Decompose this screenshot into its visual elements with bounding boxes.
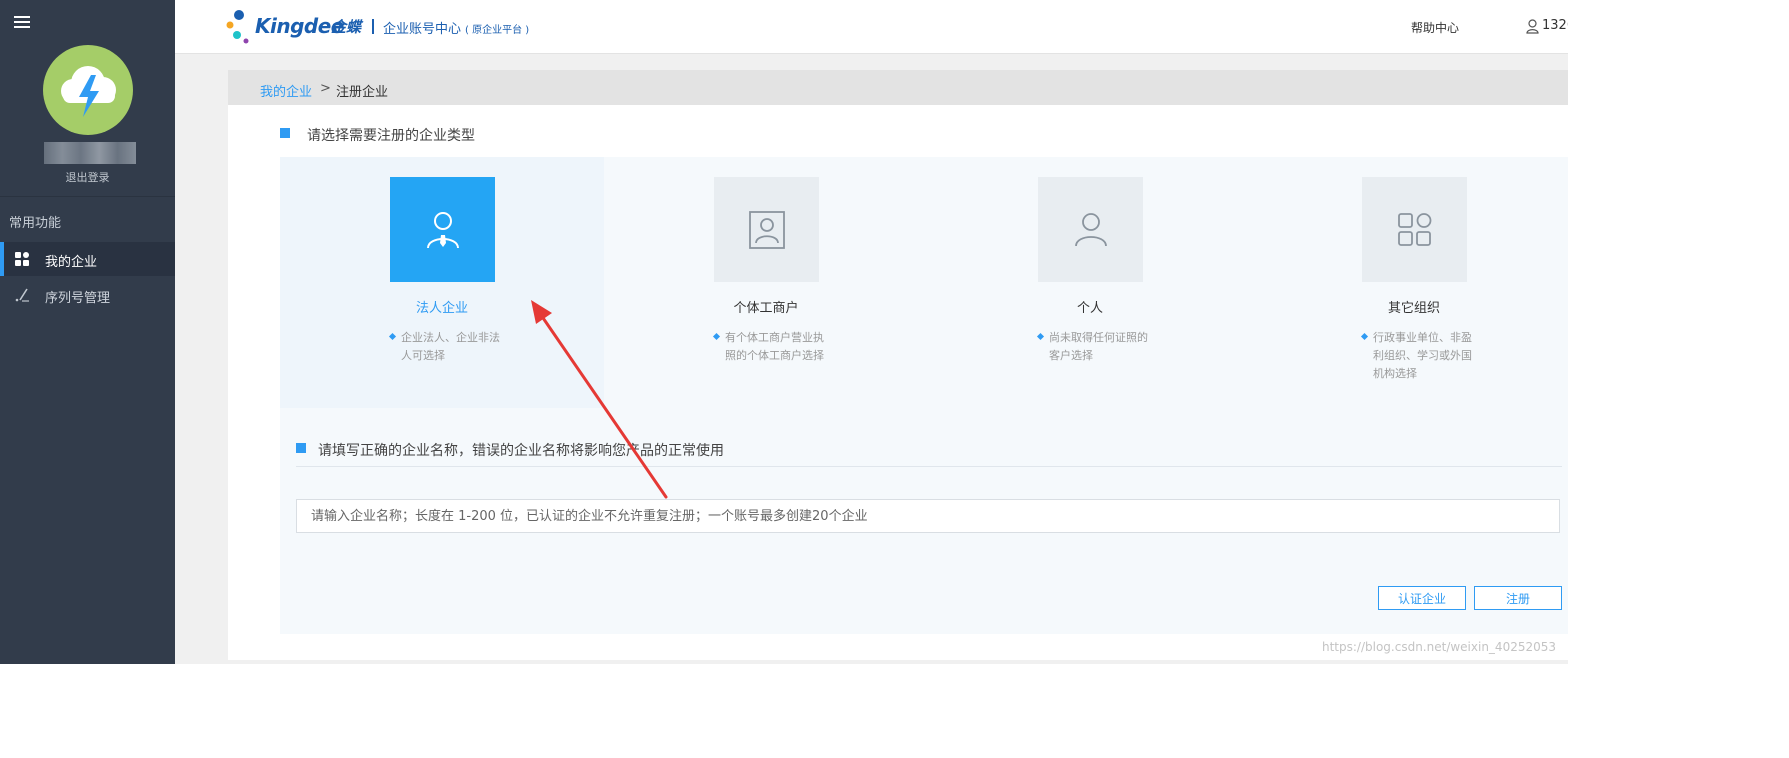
sidebar-item-my-enterprise[interactable]: 我的企业	[0, 242, 175, 276]
avatar	[43, 45, 133, 135]
register-card: 请选择需要注册的企业类型 法人企业 企业法人、企业非法人可选择 个体工商户 有个…	[228, 105, 1568, 660]
user-account[interactable]: 1326	[1542, 18, 1568, 33]
header-title: 企业账号中心	[383, 22, 462, 37]
certify-enterprise-button[interactable]: 认证企业	[1378, 586, 1466, 610]
sidebar-item-serial-management[interactable]: 序列号管理	[0, 278, 175, 312]
grid-icon	[15, 252, 29, 266]
kingdee-logo-icon	[226, 10, 249, 44]
sidebar-section-title: 常用功能	[9, 216, 62, 231]
breadcrumb-my-enterprise[interactable]: 我的企业	[260, 81, 312, 100]
user-icon[interactable]	[1526, 19, 1539, 34]
brand-name-cn: 金蝶	[331, 18, 362, 36]
section-title-type: 请选择需要注册的企业类型	[307, 128, 475, 144]
section-title-name: 请填写正确的企业名称，错误的企业名称将影响您产品的正常使用	[318, 443, 724, 459]
breadcrumb-separator: >	[320, 81, 331, 96]
username-redacted	[44, 142, 136, 164]
help-center-link[interactable]: 帮助中心	[1411, 19, 1459, 36]
breadcrumb-current: 注册企业	[336, 85, 389, 100]
type-tile[interactable]	[1362, 177, 1467, 282]
header-subtitle: ( 原企业平台 )	[465, 25, 530, 36]
app-window: 退出登录 常用功能 我的企业 序列号管理 Kingdee 金蝶 企业账号中心 (…	[0, 0, 1568, 664]
type-label: 个人	[1076, 301, 1103, 316]
type-label: 其它组织	[1387, 301, 1440, 316]
sidebar-item-label: 我的企业	[45, 255, 98, 270]
type-label: 法人企业	[415, 301, 468, 316]
sidebar-item-label: 序列号管理	[45, 291, 111, 306]
active-indicator	[0, 242, 4, 276]
type-description: 有个体工商户营业执照的个体工商户选择	[712, 329, 824, 365]
logout-link[interactable]: 退出登录	[0, 169, 175, 185]
watermark: https://blog.csdn.net/weixin_40252053	[1322, 640, 1557, 654]
business-person-icon	[427, 212, 459, 249]
menu-toggle-icon[interactable]	[14, 15, 30, 29]
cloud-lightning-icon	[61, 66, 116, 117]
pen-icon	[15, 288, 29, 302]
form-divider	[296, 466, 1562, 467]
header-separator	[372, 19, 374, 34]
person-icon	[1075, 213, 1107, 247]
type-description: 行政事业单位、非盈利组织、学习或外国机构选择	[1360, 329, 1472, 383]
id-card-icon	[749, 211, 785, 249]
enterprise-name-input[interactable]	[296, 499, 1560, 533]
type-label: 个体工商户	[733, 301, 799, 316]
apps-icon	[1398, 213, 1432, 246]
sidebar-divider	[0, 196, 175, 197]
breadcrumb: 我的企业 > 注册企业	[228, 70, 1568, 105]
type-description: 尚未取得任何证照的客户选择	[1036, 329, 1148, 365]
sidebar: 退出登录 常用功能 我的企业 序列号管理	[0, 0, 175, 664]
register-button[interactable]: 注册	[1474, 586, 1562, 610]
type-tile[interactable]	[1038, 177, 1143, 282]
type-tile[interactable]	[390, 177, 495, 282]
type-description: 企业法人、企业非法人可选择	[388, 329, 500, 365]
top-header: Kingdee 金蝶 企业账号中心 ( 原企业平台 ) 帮助中心 1326	[175, 0, 1568, 54]
type-tile[interactable]	[714, 177, 819, 282]
section-marker	[280, 128, 290, 138]
section-marker	[296, 443, 306, 453]
